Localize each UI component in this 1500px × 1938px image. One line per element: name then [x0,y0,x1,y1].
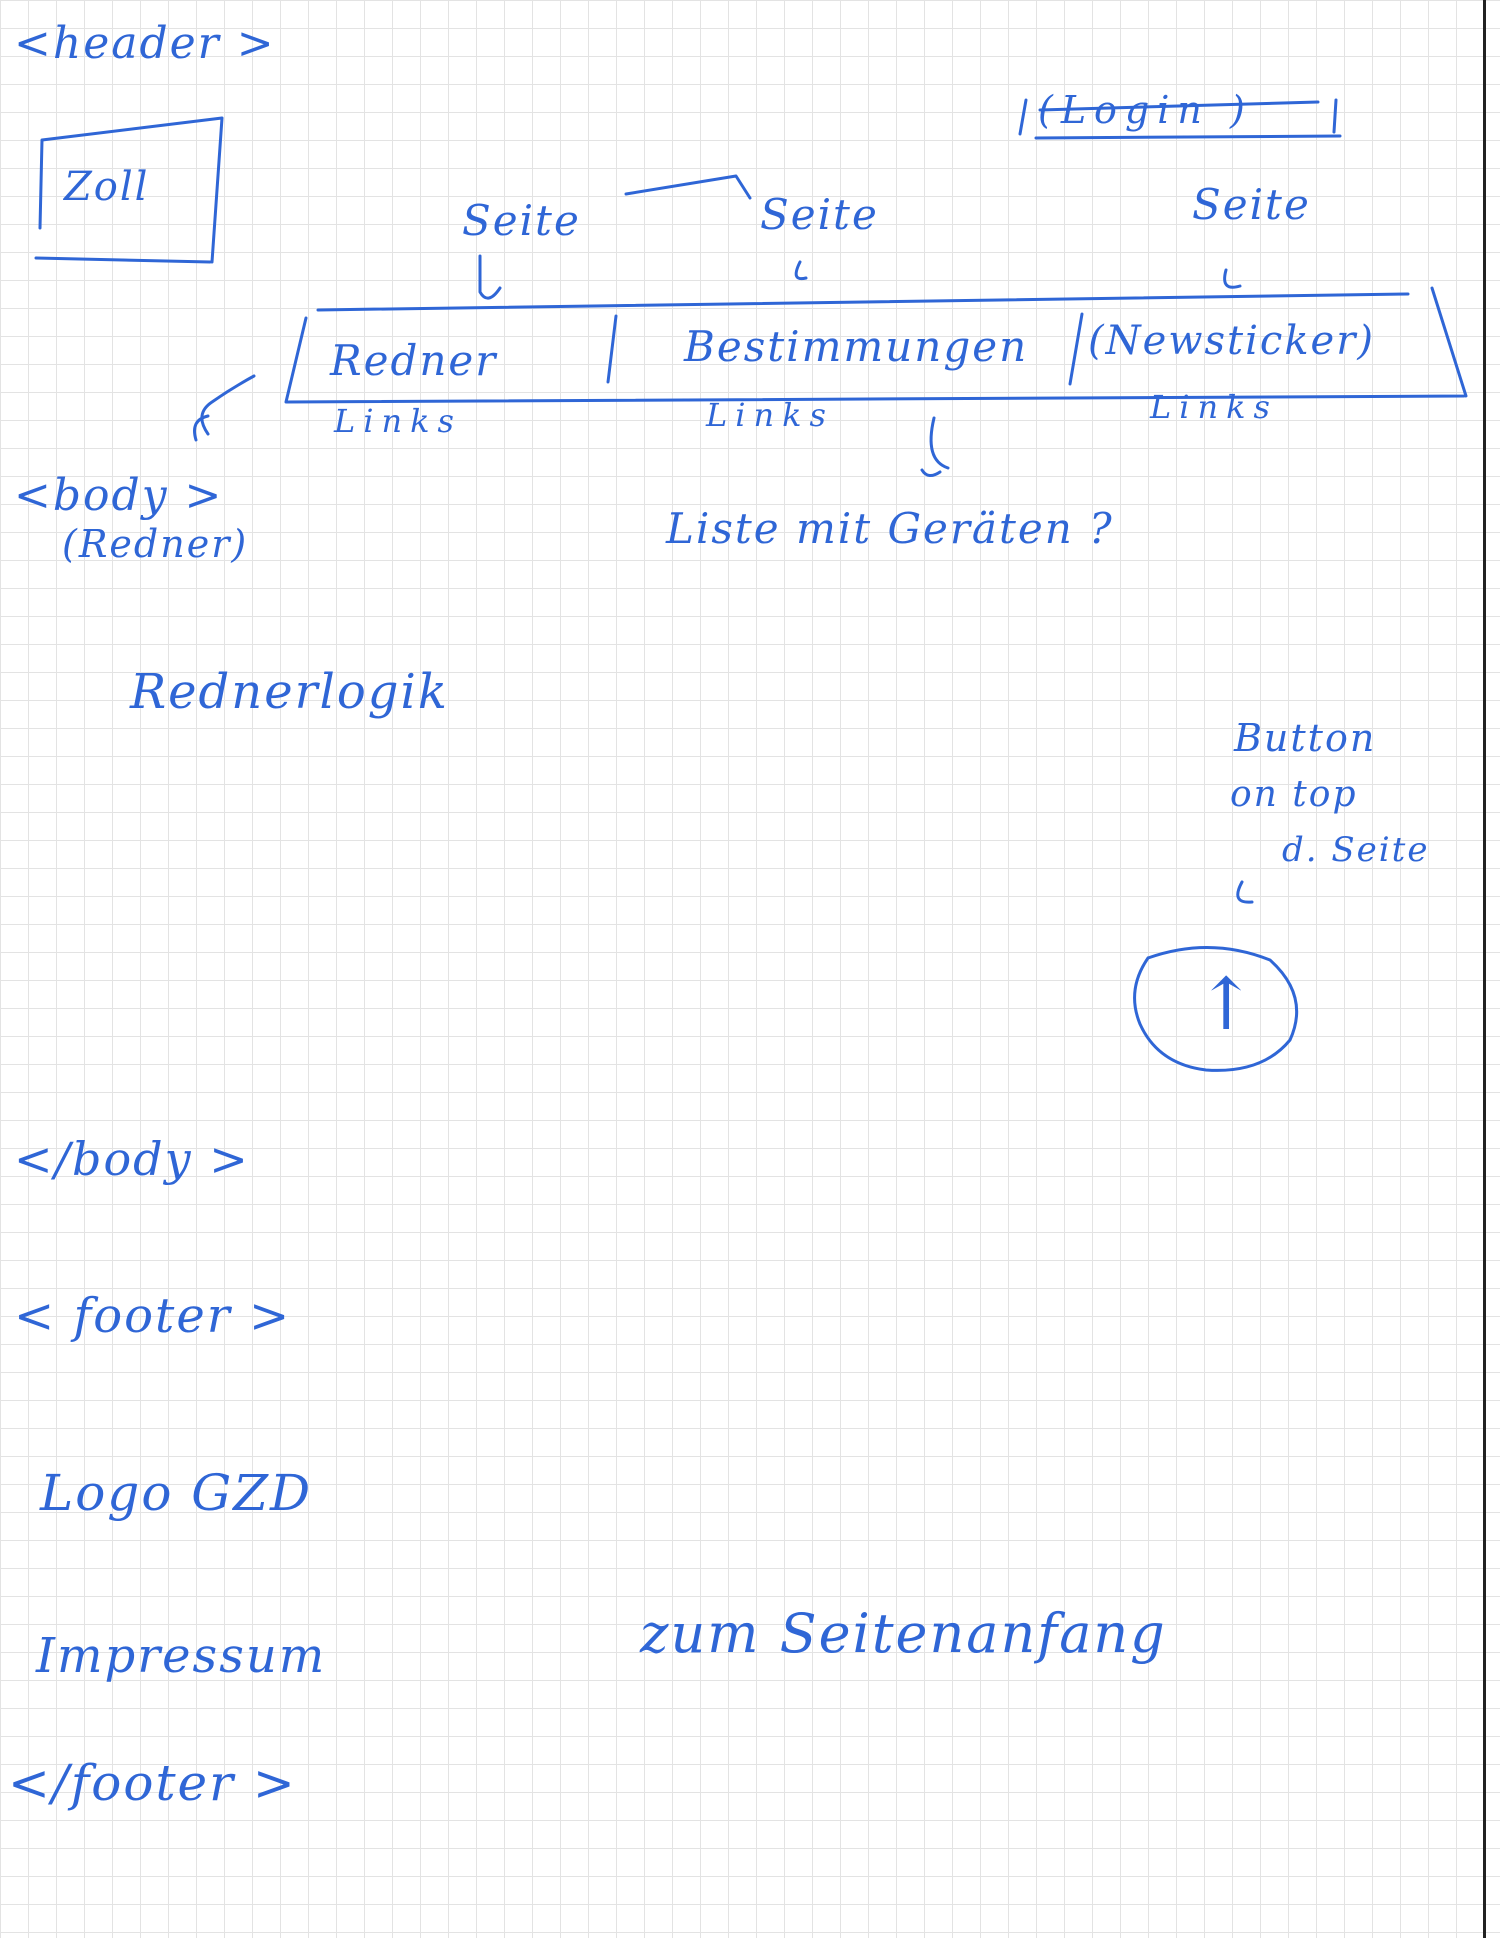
footer-close-tag: </footer > [8,1754,297,1812]
body-close-tag: </body > [14,1132,250,1186]
page-label-1: Seite [462,196,581,245]
page-label-3: Seite [1192,180,1311,229]
nav-item-redner: Redner [330,336,498,385]
top-button-note-1: Button [1234,716,1377,760]
link-label-2: Links [706,396,834,434]
body-content-label: Rednerlogik [130,664,449,720]
arrow-top-button [1236,880,1254,904]
login-box-label: (Login ) [1038,88,1253,132]
arrow-seite-3 [1223,268,1242,289]
arrow-list-note [920,416,950,477]
footer-to-top-label: zum Seitenanfang [640,1602,1167,1665]
curl-arrow [193,374,256,442]
footer-impressum-label: Impressum [36,1628,327,1684]
page-label-2: Seite [760,190,879,239]
logo-box-label: Zoll [64,164,150,210]
footer-open-tag: < footer > [14,1288,292,1344]
nav-separator-2 [1068,312,1084,386]
list-note: Liste mit Geräten ? [666,504,1114,553]
arrow-up-icon: ↑ [1196,962,1259,1046]
link-label-1: Links [334,402,462,440]
body-open-tag: <body > [14,470,224,521]
nav-item-bestimmungen: Bestimmungen [684,322,1029,371]
top-button-note-3: d. Seite [1282,830,1430,870]
footer-logo-label: Logo GZD [40,1464,313,1522]
arrow-seite-1 [478,254,502,300]
nav-item-newsticker: (Newsticker) [1088,318,1375,364]
seite-bracket [624,174,752,200]
arrow-seite-2 [794,260,808,281]
nav-separator-1 [606,314,618,384]
top-button-note-2: on top [1230,774,1358,815]
link-label-3: Links [1150,388,1278,426]
body-note: (Redner) [62,522,249,566]
header-open-tag: <header > [14,18,276,69]
